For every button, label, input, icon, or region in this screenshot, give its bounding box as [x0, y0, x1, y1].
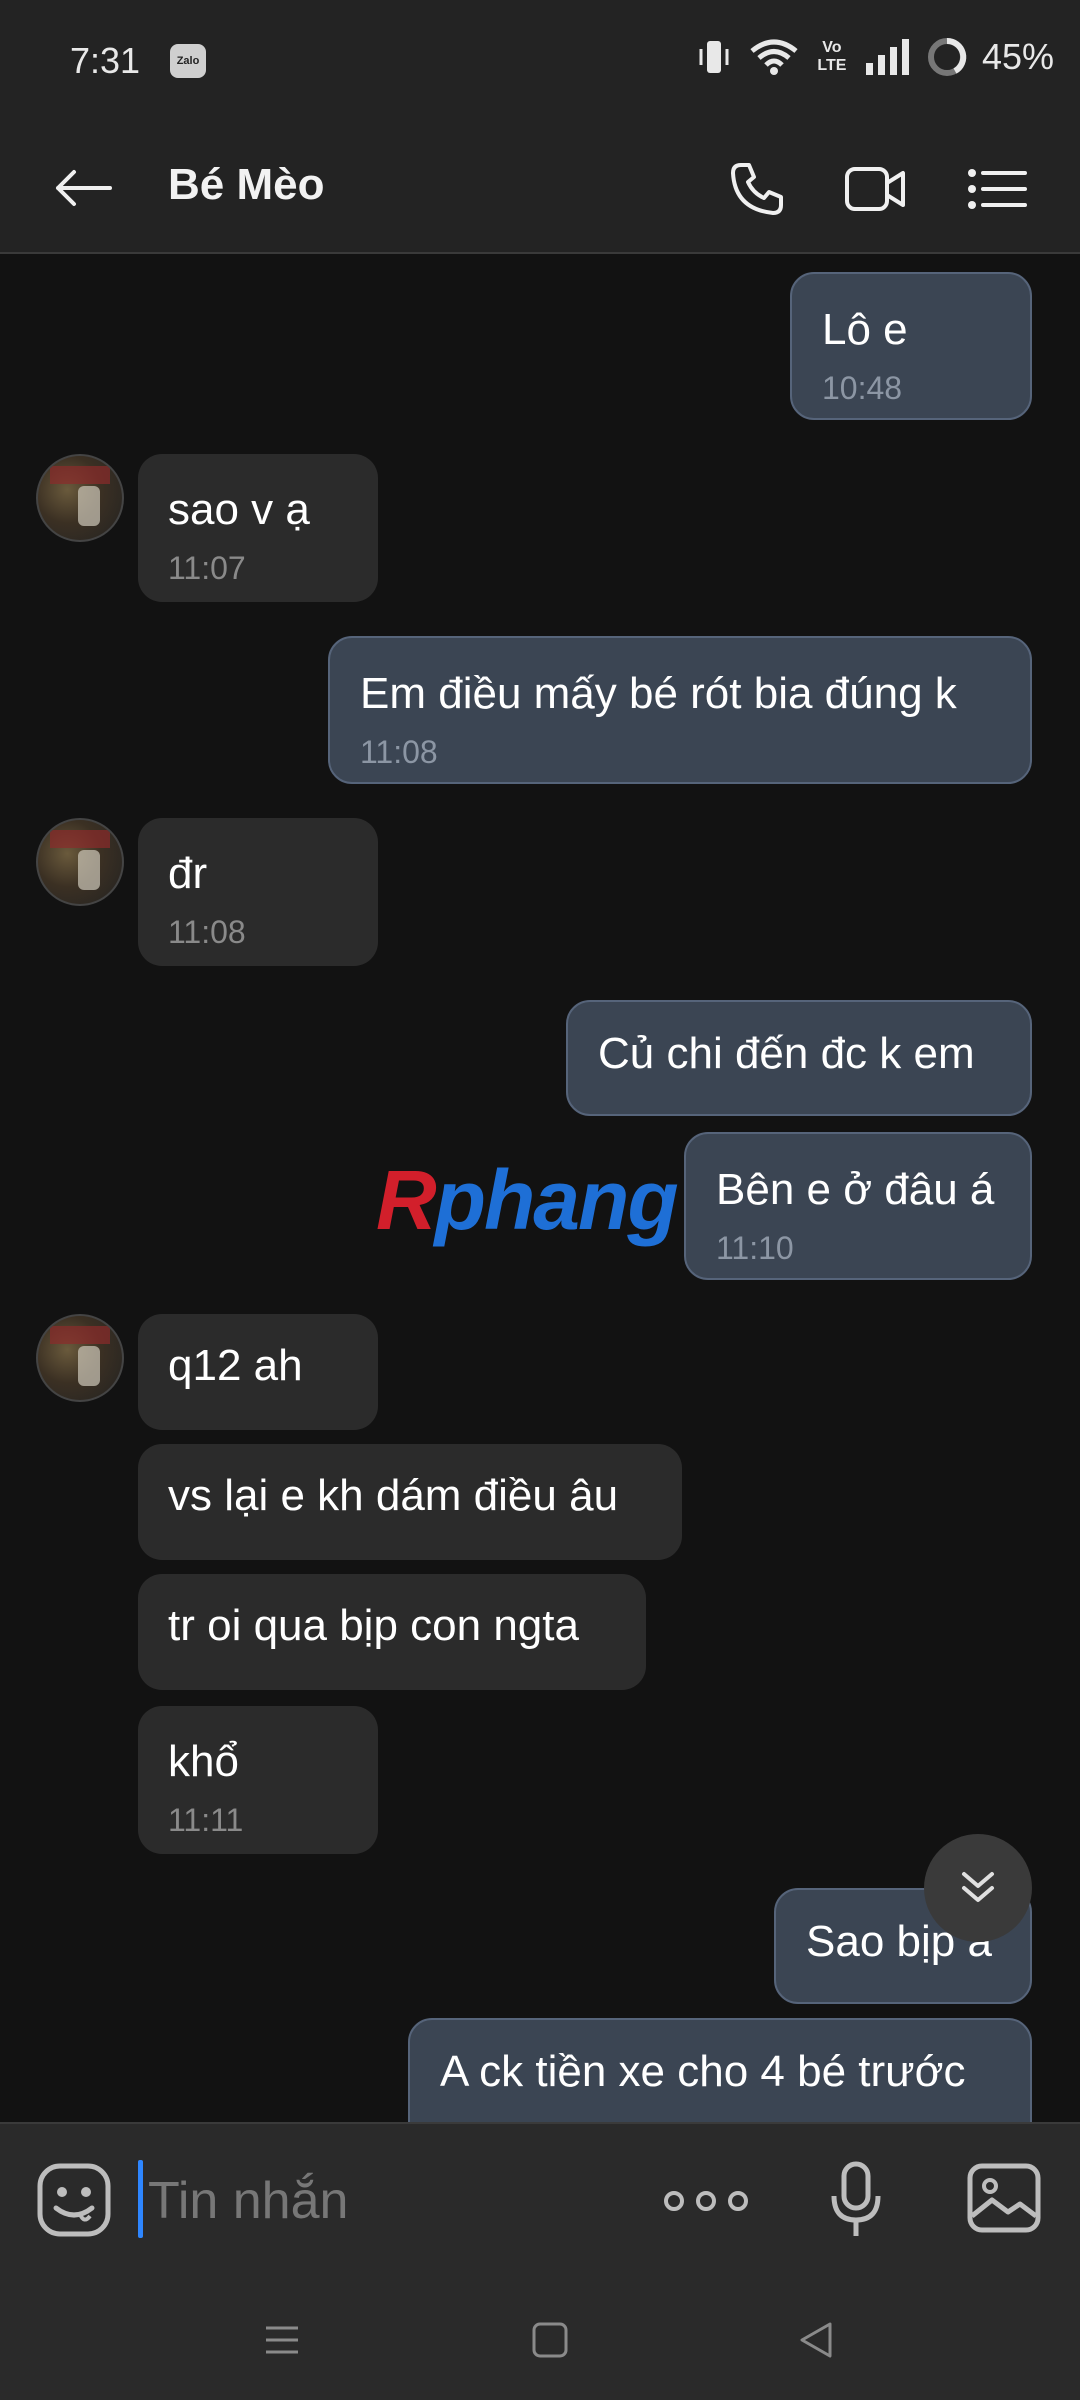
- message-bubble-outgoing[interactable]: Củ chi đến đc k em: [566, 1000, 1032, 1116]
- wifi-icon: [750, 39, 798, 75]
- contact-name[interactable]: Bé Mèo: [168, 160, 324, 210]
- list-menu-icon: [968, 169, 1027, 209]
- message-text: A ck tiền xe cho 4 bé trước: [440, 2047, 966, 2096]
- text-cursor: [138, 2160, 143, 2238]
- message-time: 11:08: [168, 914, 246, 950]
- image-gallery-icon: [967, 2163, 1041, 2233]
- message-time: 11:11: [168, 1802, 244, 1838]
- back-nav-button[interactable]: [786, 2310, 846, 2370]
- microphone-icon: [831, 2161, 881, 2236]
- dot-icon: [728, 2191, 748, 2211]
- phone-icon: [731, 163, 783, 215]
- message-composer: [0, 2122, 1080, 2282]
- status-time: 7:31: [70, 40, 141, 81]
- message-bubble-incoming[interactable]: vs lại e kh dám điều âu: [138, 1444, 682, 1560]
- message-input[interactable]: [146, 2158, 630, 2244]
- contact-avatar[interactable]: [36, 818, 124, 906]
- battery-ring-icon: [927, 37, 967, 76]
- double-chevron-down-icon: [962, 1872, 994, 1902]
- vibrate-icon: [699, 41, 729, 73]
- message-text: đr: [168, 849, 208, 898]
- dot-icon: [696, 2191, 716, 2211]
- video-camera-icon: [845, 167, 905, 211]
- send-image-button[interactable]: [966, 2160, 1042, 2236]
- chat-options-button[interactable]: [962, 154, 1032, 224]
- status-bar: 7:31 Zalo Vo LTE 45%: [0, 0, 1080, 124]
- voice-call-button[interactable]: [722, 154, 792, 224]
- message-time: 11:07: [168, 550, 246, 586]
- watermark-logo: Rphang: [376, 1152, 679, 1249]
- message-time: 11:08: [360, 734, 438, 770]
- zalo-notification-icon: Zalo: [170, 44, 206, 78]
- contact-avatar[interactable]: [36, 454, 124, 542]
- message-text: Em điều mấy bé rót bia đúng k: [360, 669, 957, 718]
- watermark-part2: phang: [434, 1153, 679, 1247]
- video-call-button[interactable]: [840, 154, 910, 224]
- message-bubble-outgoing[interactable]: Bên e ở đâu á 11:10: [684, 1132, 1032, 1280]
- message-list[interactable]: Lô e 10:48 sao v ạ 11:07 Em điều mấy bé …: [0, 254, 1080, 2122]
- status-icons: Vo LTE 45%: [694, 36, 1054, 78]
- message-bubble-incoming[interactable]: sao v ạ 11:07: [138, 454, 378, 602]
- volte-icon: Vo LTE: [817, 39, 847, 74]
- voice-message-button[interactable]: [826, 2160, 886, 2240]
- system-navigation-bar: [0, 2280, 1080, 2400]
- chat-header: Bé Mèo: [0, 124, 1080, 254]
- message-text: Bên e ở đâu á: [716, 1165, 995, 1214]
- message-text: khổ: [168, 1737, 239, 1786]
- battery-percent: 45%: [981, 36, 1054, 77]
- watermark-part1: R: [376, 1153, 437, 1247]
- sticker-button[interactable]: [36, 2162, 112, 2238]
- message-time: 11:10: [716, 1230, 794, 1266]
- message-bubble-incoming[interactable]: đr 11:08: [138, 818, 378, 966]
- emoji-sticker-icon: [37, 2163, 111, 2237]
- message-text: sao v ạ: [168, 485, 310, 534]
- message-bubble-outgoing[interactable]: Em điều mấy bé rót bia đúng k 11:08: [328, 636, 1032, 784]
- message-text: q12 ah: [168, 1341, 303, 1390]
- message-bubble-outgoing[interactable]: A ck tiền xe cho 4 bé trước: [408, 2018, 1032, 2122]
- contact-avatar[interactable]: [36, 1314, 124, 1402]
- message-bubble-outgoing[interactable]: Lô e 10:48: [790, 272, 1032, 420]
- recent-apps-button[interactable]: [252, 2310, 312, 2370]
- message-bubble-incoming[interactable]: tr oi qua bịp con ngta: [138, 1574, 646, 1690]
- dot-icon: [664, 2191, 684, 2211]
- message-bubble-incoming[interactable]: q12 ah: [138, 1314, 378, 1430]
- scroll-to-bottom-button[interactable]: [924, 1834, 1032, 1942]
- message-time: 10:48: [822, 370, 903, 406]
- more-options-button[interactable]: [664, 2176, 748, 2226]
- message-text: Lô e: [822, 305, 908, 354]
- message-text: vs lại e kh dám điều âu: [168, 1471, 619, 1520]
- square-home-icon: [532, 2322, 568, 2358]
- message-text: tr oi qua bịp con ngta: [168, 1601, 579, 1650]
- message-bubble-incoming[interactable]: khổ 11:11: [138, 1706, 378, 1854]
- signal-icon: [865, 39, 909, 75]
- menu-lines-icon: [266, 2326, 298, 2354]
- message-text: Củ chi đến đc k em: [598, 1029, 975, 1078]
- back-button[interactable]: [52, 160, 116, 216]
- triangle-back-icon: [800, 2322, 832, 2358]
- arrow-left-icon: [56, 170, 112, 206]
- home-button[interactable]: [520, 2310, 580, 2370]
